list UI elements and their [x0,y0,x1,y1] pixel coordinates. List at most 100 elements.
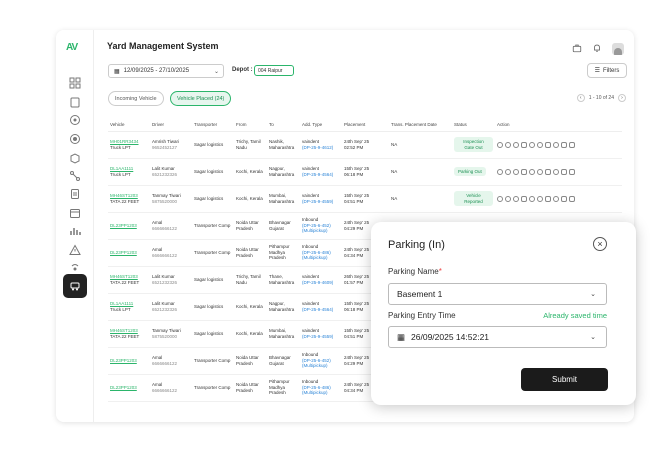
action-icon[interactable] [521,141,527,148]
route-icon[interactable] [67,168,82,183]
table-cell: DL23PP1203 [108,239,150,267]
action-icon[interactable] [521,195,527,202]
action-icon[interactable] [521,168,527,175]
from-location: Noida Uttar Pradesh [236,219,259,231]
action-icon[interactable] [569,168,575,175]
column-header[interactable]: Driver [150,118,192,132]
table-cell: Inbound (DP-25-6-452) (Multipickup) [300,347,342,375]
column-header[interactable]: Trans. Placement Date [389,118,452,132]
depot-select[interactable]: 004 Raipur [254,65,294,76]
table-cell: DL23PP1203 [108,212,150,240]
table-cell: Tanmay Tiwari 5875520000 [150,185,192,213]
briefcase-icon[interactable] [572,40,582,58]
column-header[interactable]: To [267,118,300,132]
table-cell: MH46ST1203 TATA 22 FEET [108,320,150,348]
tab-vehicle-placed[interactable]: Vehicle Placed (24) [170,91,232,106]
prev-page-icon[interactable]: ‹ [576,94,585,102]
action-icon[interactable] [553,141,559,148]
action-icon[interactable] [545,141,551,148]
from-location: Noida Uttar Pradesh [236,246,259,258]
action-icon[interactable] [553,195,559,202]
action-icon[interactable] [513,141,519,148]
column-header[interactable]: Action [495,118,622,132]
add-ref: (DP-25-9-4609) [302,279,334,285]
table-row[interactable]: DL1AA1111 Truck LPT Lalit Kumar 6521232326 S… [108,158,622,186]
document-icon[interactable] [67,186,82,201]
vehicle-link[interactable]: DL23PP1203 [110,250,148,256]
action-icon[interactable] [561,141,567,148]
column-header[interactable]: Vehicle [108,118,150,132]
action-icon[interactable] [569,195,575,202]
vehicle-link[interactable]: DL23PP1203 [110,385,148,391]
warning-icon[interactable] [67,242,82,257]
app-logo[interactable]: AV [66,42,78,53]
vehicle-link[interactable]: DL23PP1203 [110,358,148,364]
action-icon[interactable] [545,195,551,202]
grid-icon[interactable] [67,75,82,90]
avatar[interactable] [612,43,624,55]
record-icon[interactable] [67,131,82,146]
action-icon[interactable] [513,195,519,202]
action-icon[interactable] [545,168,551,175]
bar-chart-icon[interactable] [67,223,82,238]
action-icon[interactable] [497,195,503,202]
action-icon[interactable] [505,195,511,202]
action-icon[interactable] [497,141,503,148]
table-cell: vaindent (DP-25-9-4559) [300,320,342,348]
action-icon[interactable] [529,195,535,202]
from-location: Noida Uttar Pradesh [236,381,259,393]
bell-icon[interactable] [592,40,602,58]
table-cell: MH46ST1203 TATA 22 FEET [108,266,150,294]
to-location: Mumbai, Maharashtra [269,192,295,204]
column-header[interactable]: Add. Type [300,118,342,132]
parking-name-select[interactable]: Basement 1 ⌄ [388,283,607,305]
table-cell: Sagar logistics [192,320,234,348]
driver-phone: 5875520000 [152,333,178,339]
box-icon[interactable] [67,150,82,165]
action-icon[interactable] [529,168,535,175]
column-header[interactable]: Transporter [192,118,234,132]
action-icon[interactable] [561,168,567,175]
action-icon[interactable] [529,141,535,148]
calendar-icon[interactable] [67,205,82,220]
tab-incoming-vehicle[interactable]: Incoming Vehicle [108,91,164,106]
action-icon[interactable] [553,168,559,175]
action-icon[interactable] [513,168,519,175]
action-icon[interactable] [497,168,503,175]
vehicle-link[interactable]: DL23PP1203 [110,223,148,229]
clipboard-icon[interactable] [67,94,82,109]
action-icon[interactable] [537,168,543,175]
from-location: Kochi, Kerala [236,330,263,336]
from-location: Kochi, Kerala [236,195,263,201]
column-header[interactable]: Status [452,118,495,132]
vehicle-type: TATA 22 FEET [110,198,140,204]
action-icon[interactable] [537,141,543,148]
table-cell: Inbound (DP-25-6-486) (Multipickup) [300,374,342,402]
pagination-text: 1 - 10 of 24 [588,95,614,101]
add-ref: (DP-25-9-4564) [302,306,334,312]
table-row[interactable]: MH01RR3434 Truck LPT Amrish Tiwari 96524521… [108,131,622,159]
action-icon[interactable] [537,195,543,202]
table-header-row: Vehicle Driver Transporter From To Add. … [108,118,622,132]
calendar-icon: ▦ [397,331,406,342]
parking-vehicle-icon[interactable] [63,274,87,298]
action-icon[interactable] [505,141,511,148]
date-range-picker[interactable]: ▦ 12/09/2025 - 27/10/2025 ⌄ [108,64,224,78]
column-header[interactable]: From [234,118,267,132]
table-cell: Lalit Kumar 6521232326 [150,158,192,186]
action-icon[interactable] [505,168,511,175]
action-icon[interactable] [561,195,567,202]
entry-time-picker[interactable]: ▦ 26/09/2025 14:52:21 ⌄ [388,326,607,348]
signal-icon[interactable] [67,260,82,275]
action-icon[interactable] [569,141,575,148]
submit-button[interactable]: Submit [521,368,608,391]
entry-time-value: 26/09/2025 14:52:21 [411,332,490,342]
next-page-icon[interactable]: › [618,94,626,102]
table-row[interactable]: MH46ST1203 TATA 22 FEET Tanmay Tiwari 58755… [108,185,622,213]
table-cell: Parking Out [452,158,495,186]
filters-button[interactable]: ☰ Filters [587,63,627,78]
close-icon[interactable]: × [593,237,607,251]
column-header[interactable]: Placement [342,118,389,132]
add-ref: (DP-25-9-4564) [302,171,334,177]
target-icon[interactable] [67,112,82,127]
